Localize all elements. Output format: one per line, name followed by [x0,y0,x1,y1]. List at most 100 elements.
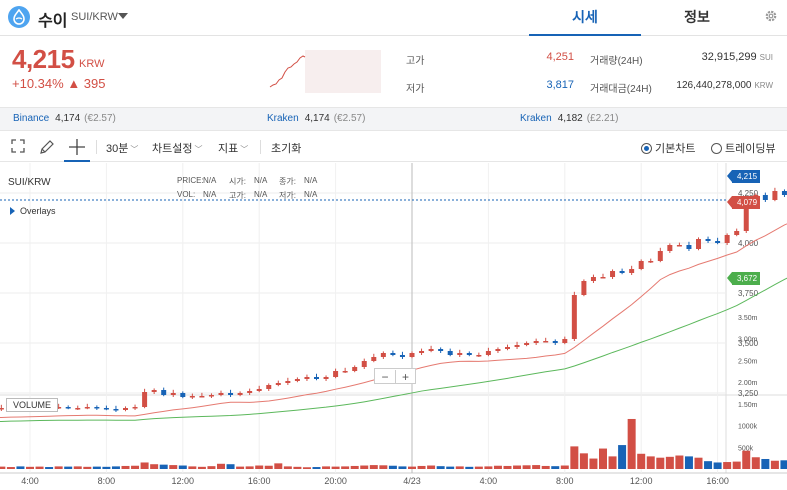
volume-bar [0,466,6,469]
chart-settings-label: 차트설정 [152,143,193,155]
volume-bar [723,462,732,469]
volume-tick-label: 3.50m [738,315,758,322]
time-tick-label: 4:00 [21,476,39,486]
coin-pair: SUI/KRW [71,11,118,23]
exchange-kraken-eur[interactable]: Kraken 4,174 (€2.57) [267,113,365,124]
candle-body [648,261,654,263]
volume-bar [379,465,388,469]
candle-body [514,345,520,347]
candle-body [323,377,329,379]
candle-body [409,353,415,357]
last-price-tag: 4,215 [727,170,760,183]
candle-body [218,393,224,395]
volume-tick-label: 2.00m [738,380,758,387]
candle-body [399,355,405,357]
volume-bar [465,466,474,469]
price-chart[interactable]: 4,250 4,000 3,750 3,500 3,250 3.50m 3.00m 2.50m… [0,163,787,490]
candle-body [667,245,673,251]
volume-bar [398,466,407,469]
ma-green-tag: 3,672 [727,272,760,285]
crosshair-active-indicator [64,160,90,162]
exchange-name: Binance [13,113,50,124]
change-amount: ▲ 395 [67,76,106,91]
volume-bar [474,466,483,469]
pencil-icon[interactable] [39,139,55,155]
indicators-select[interactable]: 지표 ﹀ [218,140,248,156]
exchange-kraken-gbp[interactable]: Kraken 4,182 (£2.21) [520,113,618,124]
candle-body [170,393,176,395]
interval-select[interactable]: 30분 ﹀ [106,140,138,156]
sui-logo-icon [8,6,30,28]
volume-bar [646,456,655,469]
volume-bar [436,466,445,469]
chart-settings-select[interactable]: 차트설정 ﹀ [152,140,202,156]
tradingview-label: 트레이딩뷰 [725,143,776,155]
coin-selector-chevron-down-icon[interactable] [118,13,128,19]
volume-bar [656,457,665,469]
volume-bar [6,467,15,469]
radio-selected-icon [641,143,652,154]
exchange-price: 4,182 [557,113,583,124]
coin-name: 수이 [38,13,68,30]
volume-pane-label: VOLUME [6,398,59,412]
time-tick-label: 16:00 [248,476,271,486]
zoom-controls: − + [374,368,416,384]
amount-24h-number: 126,440,278,000 [676,80,752,91]
time-tick-label: 16:00 [706,476,729,486]
volume-bar [532,465,541,469]
overlays-toggle[interactable]: Overlays [10,206,56,216]
ohlc-vol: N/A [203,190,217,199]
ohlc-close: N/A [304,176,318,185]
exchange-binance[interactable]: Binance 4,174 (€2.57) [13,113,116,124]
volume-bar [64,466,73,469]
zoom-in-button[interactable]: + [395,370,415,384]
volume-bar [446,466,455,469]
volume-bar [732,461,741,469]
tradingview-radio[interactable]: 트레이딩뷰 [711,140,776,156]
price-tick-label: 3,250 [738,389,759,398]
candle-body [600,277,606,279]
candle-body [543,341,549,343]
tab-info[interactable]: 정보 [641,0,753,36]
volume-bar [121,465,130,469]
candle-body [428,349,434,351]
candle-body [581,281,587,295]
gear-icon[interactable] [764,9,778,23]
chart-toolbar: 30분 ﹀ 차트설정 ﹀ 지표 ﹀ 초기화 기본차트 트레이딩뷰 [0,132,787,162]
zoom-out-button[interactable]: − [375,370,395,384]
volume-bar [770,460,779,469]
volume-tick-label: 1.50m [738,402,758,409]
basic-chart-radio[interactable]: 기본차트 [641,140,695,156]
time-tick-label: 12:00 [172,476,195,486]
candle-body [161,390,167,395]
candle-body [696,239,701,249]
candlestick-chart-canvas[interactable]: 4,2504,0003,7503,5003,2503.50m3.00m2.50m… [0,163,787,490]
volume-bar [131,465,140,469]
ma-red-tag: 4,079 [727,196,760,209]
candle-body [676,245,682,247]
volume-bar [503,465,512,469]
overlays-label: Overlays [20,206,56,216]
low-label: 저가 [406,84,425,95]
ohlc-open-label: 시가: [229,177,246,186]
volume-bar [293,466,302,469]
volume-bar [694,457,703,469]
volume-bar [102,466,111,469]
crosshair-icon[interactable] [68,138,86,156]
candle-body [457,353,463,355]
volume-bar [302,467,311,469]
volume-bar [369,465,378,469]
reset-button[interactable]: 초기화 [271,140,301,156]
candle-body [361,361,367,367]
fullscreen-icon[interactable] [11,139,25,153]
candle-body [333,371,339,377]
candle-body [505,347,510,349]
volume-bar [618,445,627,469]
time-tick-label: 12:00 [630,476,653,486]
candle-body [342,371,348,373]
volume-bar [493,465,502,469]
candle-body [275,383,281,385]
candle-body [705,239,711,241]
tab-market-price[interactable]: 시세 [529,0,641,36]
volume-bar [513,465,522,469]
